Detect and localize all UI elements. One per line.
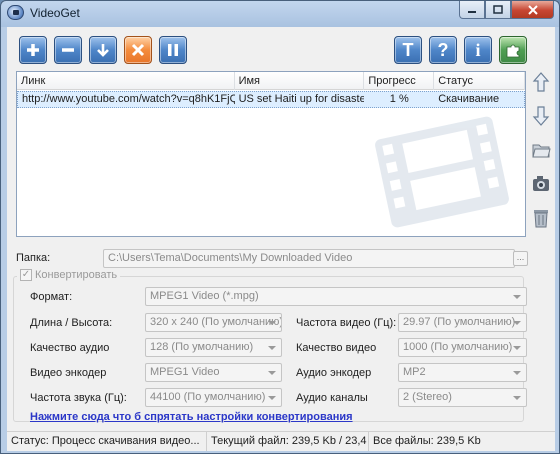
pause-button[interactable] — [159, 36, 187, 64]
help-button[interactable]: ? — [429, 36, 457, 64]
column-status[interactable]: Статус — [434, 72, 525, 90]
question-icon: ? — [437, 40, 449, 60]
list-header: Линк Имя Прогресс Статус — [17, 72, 525, 90]
minimize-icon — [468, 10, 476, 13]
video-encoder-label: Видео энкодер — [30, 367, 107, 379]
sample-rate-select[interactable]: 44100 (По умолчанию) — [145, 388, 282, 407]
video-quality-select[interactable]: 1000 (По умолчанию) — [398, 338, 527, 357]
audio-encoder-select[interactable]: MP2 — [398, 363, 527, 382]
close-button[interactable] — [511, 1, 554, 19]
audio-quality-label: Качество аудио — [30, 342, 110, 354]
tools-button[interactable]: T — [394, 36, 422, 64]
row-progress: 1 % — [389, 93, 409, 105]
all-files-status: Все файлы: 239,5 Kb — [373, 435, 481, 447]
current-file-status: Текущий файл: 239,5 Kb / 23,4 Mb, — [207, 432, 369, 451]
channels-label: Аудио каналы — [296, 392, 368, 404]
column-name[interactable]: Имя — [235, 72, 365, 90]
camera-icon[interactable] — [531, 173, 551, 195]
client-area: T ? i Линк Имя Прогресс Статус http://ww… — [7, 27, 555, 451]
convert-label: Конвертировать — [35, 269, 118, 281]
convert-checkbox[interactable]: ✓ — [20, 269, 32, 281]
row-status: Скачивание — [438, 93, 500, 105]
download-button[interactable] — [89, 36, 117, 64]
folder-icon[interactable] — [531, 139, 551, 161]
puzzle-icon — [506, 44, 520, 58]
info-icon: i — [475, 40, 481, 60]
column-progress[interactable]: Прогресс — [364, 72, 435, 90]
x-icon — [131, 43, 145, 57]
t-letter-icon: T — [402, 40, 414, 60]
video-encoder-select[interactable]: MPEG1 Video — [145, 363, 282, 382]
maximize-icon — [493, 4, 503, 14]
channels-select[interactable]: 2 (Stereo) — [398, 388, 527, 407]
convert-group-title: ✓ Конвертировать — [17, 269, 121, 281]
main-window: VideoGet T ? i Линк Имя Прогресс Статус … — [0, 0, 560, 454]
sample-rate-label: Частота звука (Гц): — [30, 392, 127, 404]
browse-folder-button[interactable]: ... — [513, 251, 528, 266]
audio-quality-select[interactable]: 128 (По умолчанию) — [145, 338, 282, 357]
fps-label: Частота видео (Гц): — [296, 317, 397, 329]
row-link: http://www.youtube.com/watch?v=q8hK1FjQy… — [22, 93, 235, 105]
status-text: Статус: Процесс скачивания видео... — [7, 432, 207, 451]
stop-button[interactable] — [124, 36, 152, 64]
size-label: Длина / Высота: — [30, 317, 113, 329]
title-bar[interactable]: VideoGet — [1, 1, 559, 25]
folder-label: Папка: — [16, 252, 51, 264]
window-controls — [459, 1, 554, 19]
list-row[interactable]: http://www.youtube.com/watch?v=q8hK1FjQy… — [17, 91, 525, 108]
download-list[interactable]: Линк Имя Прогресс Статус http://www.yout… — [16, 71, 526, 237]
remove-button[interactable] — [54, 36, 82, 64]
close-icon — [527, 4, 538, 15]
video-quality-label: Качество видео — [296, 342, 377, 354]
window-title: VideoGet — [30, 6, 80, 20]
hide-convert-settings-link[interactable]: Нажмите сюда что б спрятать настройки ко… — [30, 411, 353, 423]
minimize-button[interactable] — [459, 1, 485, 19]
row-name: US set Haiti up for disaster — [238, 93, 365, 105]
size-select[interactable]: 320 x 240 (По умолчанию) — [145, 313, 282, 332]
format-select[interactable]: MPEG1 Video (*.mpg) — [145, 287, 527, 306]
settings-button[interactable] — [499, 36, 527, 64]
minus-icon — [62, 48, 74, 52]
pause-icon — [168, 44, 178, 56]
format-label: Формат: — [30, 291, 73, 303]
info-button[interactable]: i — [464, 36, 492, 64]
add-button[interactable] — [19, 36, 47, 64]
plus-icon — [27, 44, 39, 56]
arrow-up-icon[interactable] — [531, 71, 551, 93]
film-watermark-icon — [375, 116, 509, 228]
status-bar: Статус: Процесс скачивания видео... Теку… — [7, 431, 555, 451]
column-link[interactable]: Линк — [17, 72, 235, 90]
arrow-down-icon — [97, 44, 109, 57]
trash-icon[interactable] — [531, 207, 551, 229]
app-icon — [7, 5, 24, 20]
fps-select[interactable]: 29.97 (По умолчанию) — [398, 313, 527, 332]
folder-path-field[interactable]: C:\Users\Tema\Documents\My Downloaded Vi… — [103, 249, 515, 268]
audio-encoder-label: Аудио энкодер — [296, 367, 372, 379]
arrow-down-icon[interactable] — [531, 105, 551, 127]
maximize-button[interactable] — [485, 1, 511, 19]
